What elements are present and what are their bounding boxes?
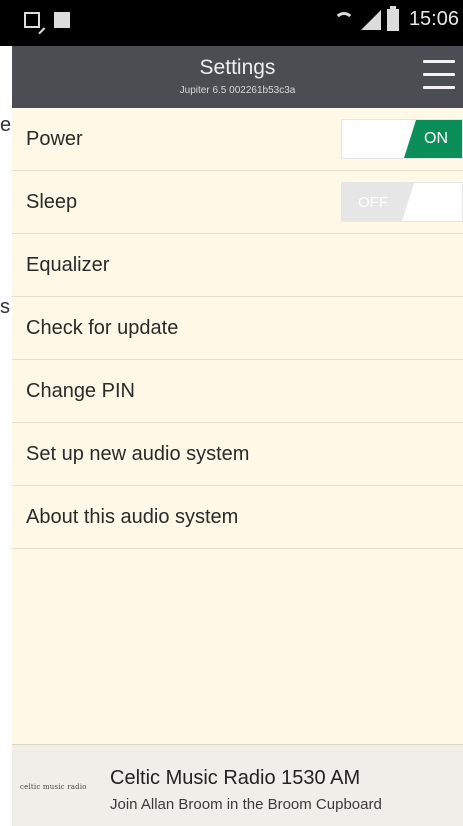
settings-item-change-pin[interactable]: Change PIN: [12, 360, 463, 423]
status-bar-time: 15:06: [408, 8, 459, 30]
signal-icon: [360, 9, 381, 30]
settings-item-setup-audio-system[interactable]: Set up new audio system: [12, 423, 463, 486]
settings-item-label: Sleep: [26, 190, 78, 213]
sleep-toggle[interactable]: OFF: [341, 182, 463, 222]
settings-item-power[interactable]: Power ON: [12, 108, 463, 171]
image-icon: [54, 12, 70, 28]
settings-item-label: Power: [26, 127, 83, 150]
background-page-edge: e s: [0, 108, 12, 748]
now-playing-subtitle: Join Allan Broom in the Broom Cupboard: [110, 796, 382, 813]
underlay-text-fragment: e: [0, 114, 12, 136]
settings-item-label: Equalizer: [26, 253, 110, 276]
settings-list: Power ON Sleep OFF Equalizer Check for u…: [12, 108, 463, 744]
status-bar-notifications: [24, 12, 70, 28]
action-bar: Settings Jupiter 6.5 002261b53c3a: [12, 46, 463, 109]
status-bar-system: 15:06: [333, 5, 459, 31]
settings-item-sleep[interactable]: Sleep OFF: [12, 171, 463, 234]
settings-item-check-for-update[interactable]: Check for update: [12, 297, 463, 360]
settings-item-label: Set up new audio system: [26, 442, 250, 465]
device-subtitle: Jupiter 6.5 002261b53c3a: [179, 85, 296, 96]
now-playing-title: Celtic Music Radio 1530 AM: [110, 767, 361, 789]
settings-item-label: Check for update: [26, 316, 179, 339]
notification-icon: [24, 12, 40, 28]
now-playing-bar[interactable]: celtic music radio Celtic Music Radio 15…: [12, 744, 463, 826]
toggle-off-state: OFF: [342, 183, 414, 221]
toggle-on-state: ON: [404, 120, 462, 158]
station-logo: celtic music radio: [20, 783, 87, 791]
battery-icon: [386, 5, 399, 31]
underlay-text-fragment: s: [0, 296, 10, 318]
wifi-icon: [333, 10, 355, 30]
settings-item-equalizer[interactable]: Equalizer: [12, 234, 463, 297]
power-toggle[interactable]: ON: [341, 119, 463, 159]
screen: e s 15:06 Settings Jupiter 6.5 002261b53…: [0, 0, 463, 826]
settings-item-label: Change PIN: [26, 379, 135, 402]
settings-item-label: About this audio system: [26, 505, 239, 528]
settings-item-about-audio-system[interactable]: About this audio system: [12, 486, 463, 549]
page-title: Settings: [199, 56, 276, 79]
status-bar: 15:06: [0, 0, 463, 46]
hamburger-menu-icon[interactable]: [423, 60, 455, 92]
